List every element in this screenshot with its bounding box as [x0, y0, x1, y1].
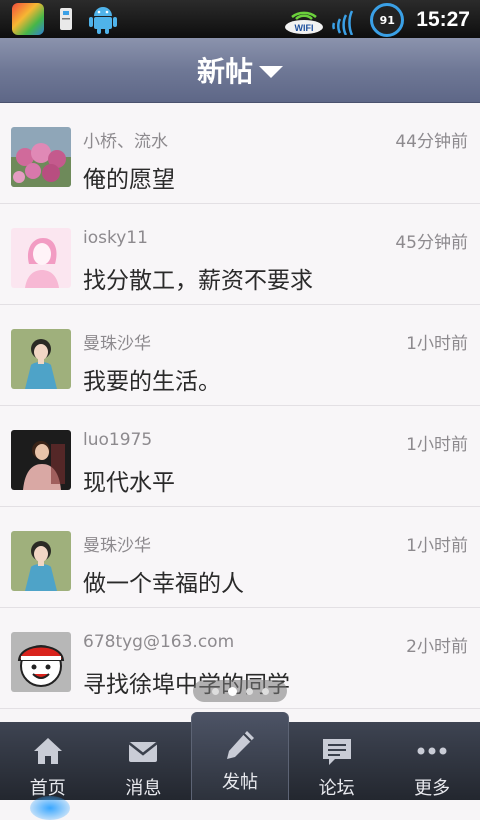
- post-title: 现代水平: [83, 470, 175, 496]
- nav-messages[interactable]: 消息: [96, 722, 192, 800]
- list-item[interactable]: 曼珠沙华 1小时前 我要的生活。: [0, 305, 480, 406]
- bottom-nav: 首页 消息 发帖 论坛 更多: [0, 712, 480, 820]
- page-dot: [261, 687, 269, 695]
- page-dot-active: [227, 686, 237, 696]
- page-indicator: [193, 680, 287, 702]
- post-title: 做一个幸福的人: [83, 571, 244, 597]
- dropdown-caret-icon[interactable]: [259, 66, 283, 78]
- nav-label: 发帖: [221, 772, 258, 793]
- avatar: [11, 127, 71, 187]
- post-time: 1小时前: [406, 536, 468, 556]
- page-dot: [245, 687, 253, 695]
- more-icon: [417, 747, 447, 755]
- avatar: [11, 228, 71, 288]
- home-icon: [33, 738, 62, 764]
- signal-icon: [330, 5, 364, 36]
- market-app-icon: [12, 3, 44, 35]
- status-time: 15:27: [416, 8, 470, 31]
- wifi-label: WIFI: [295, 23, 314, 33]
- mail-icon: [128, 742, 159, 762]
- post-title: 找分散工，薪资不要求: [83, 268, 313, 294]
- usb-icon: [56, 5, 76, 33]
- post-author: luo1975: [83, 430, 153, 450]
- avatar: [11, 531, 71, 591]
- post-author: 曼珠沙华: [83, 334, 151, 354]
- post-title: 俺的愿望: [83, 167, 175, 193]
- page-title[interactable]: 新帖: [197, 50, 253, 90]
- battery-indicator: 91: [370, 3, 405, 37]
- chat-icon: [322, 739, 351, 765]
- list-item[interactable]: 小桥、流水 44分钟前 俺的愿望: [0, 103, 480, 204]
- post-author: 小桥、流水: [83, 132, 168, 152]
- post-author: 678tyg@163.com: [83, 632, 235, 652]
- android-icon: [88, 3, 118, 35]
- nav-label: 更多: [414, 778, 451, 799]
- post-time: 2小时前: [406, 637, 468, 657]
- list-item[interactable]: 曼珠沙华 1小时前 做一个幸福的人: [0, 507, 480, 608]
- list-item[interactable]: iosky11 45分钟前 找分散工，薪资不要求: [0, 204, 480, 305]
- avatar: [11, 632, 71, 692]
- nav-more[interactable]: 更多: [384, 722, 480, 800]
- status-bar: WIFI 91 15:27: [0, 0, 480, 38]
- wifi-icon: WIFI: [284, 5, 324, 35]
- avatar: [11, 329, 71, 389]
- list-item[interactable]: luo1975 1小时前 现代水平: [0, 406, 480, 507]
- nav-label: 论坛: [318, 778, 355, 799]
- post-title: 我要的生活。: [83, 369, 221, 395]
- post-list[interactable]: 小桥、流水 44分钟前 俺的愿望 iosky11 45分钟前 找分散工，薪资不要…: [0, 103, 480, 723]
- post-time: 1小时前: [406, 435, 468, 455]
- post-time: 45分钟前: [395, 233, 468, 253]
- battery-level: 91: [379, 13, 395, 27]
- page-dot: [211, 687, 219, 695]
- post-author: iosky11: [83, 228, 148, 248]
- post-author: 曼珠沙华: [83, 536, 151, 556]
- avatar: [11, 430, 71, 490]
- post-time: 44分钟前: [395, 132, 468, 152]
- nav-home[interactable]: 首页: [0, 722, 96, 820]
- pencil-icon: [226, 731, 254, 759]
- title-bar[interactable]: 新帖: [0, 38, 480, 103]
- post-time: 1小时前: [406, 334, 468, 354]
- nav-forum[interactable]: 论坛: [289, 722, 385, 800]
- nav-post[interactable]: 发帖: [191, 712, 289, 800]
- nav-label: 消息: [125, 778, 162, 799]
